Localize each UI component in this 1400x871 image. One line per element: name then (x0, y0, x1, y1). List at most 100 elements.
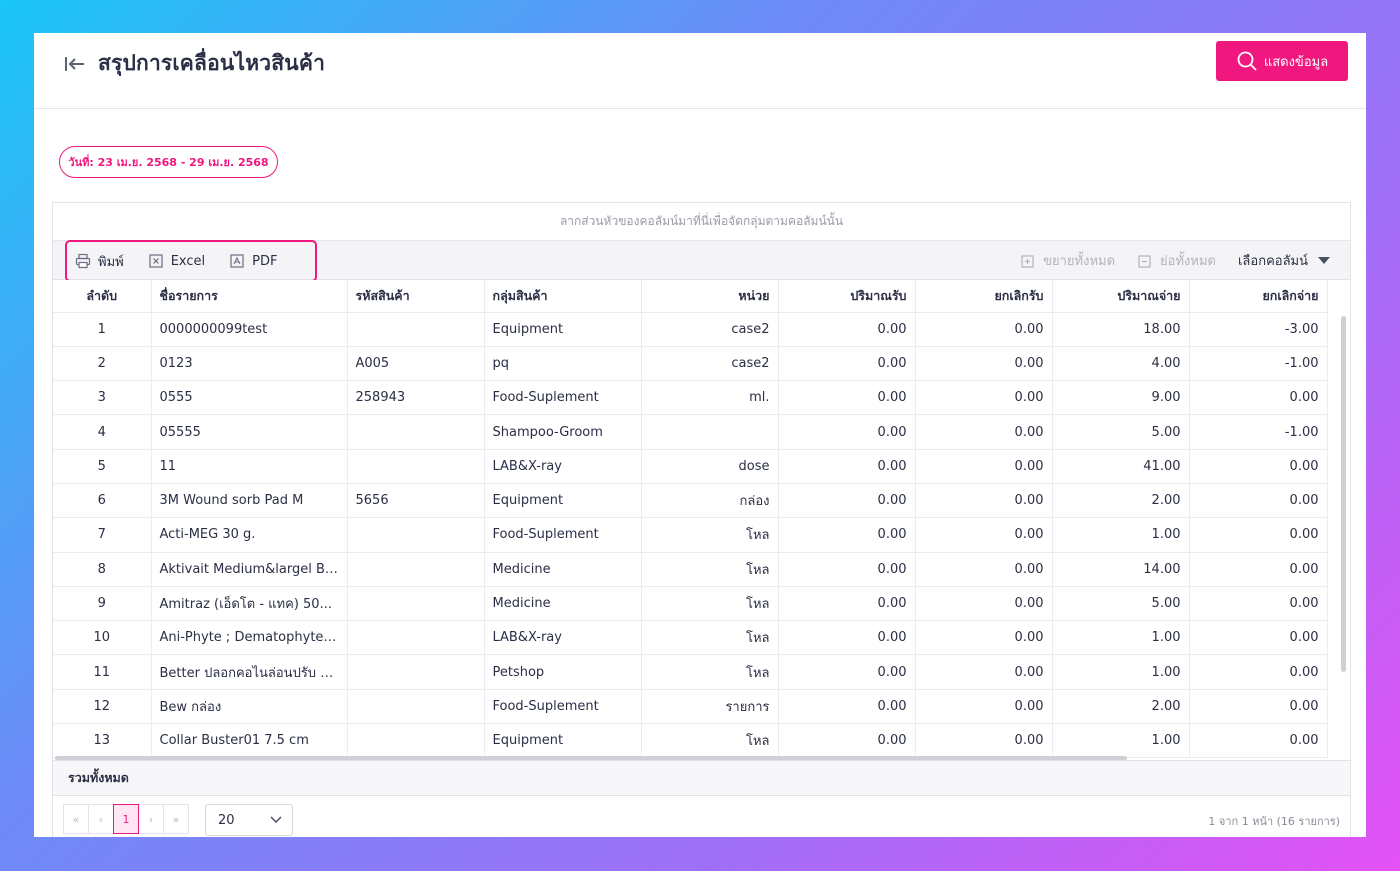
column-header-row-index[interactable]: ลำดับ (53, 280, 152, 313)
excel-label: Excel (170, 253, 206, 269)
table-body: 1 0000000099test Equipment case2 0.00 0.00 18.… (53, 312, 1328, 759)
date-range-chip[interactable]: วันที่: 23 เม.ย. 2568 - 29 เม.ย. 2568 (59, 146, 278, 178)
cell-row-index: 5 (53, 449, 152, 484)
cell-item-name: Bew กล่อง (151, 689, 348, 725)
cell-cancel-issued: 0.00 (1189, 449, 1328, 484)
cell-cancel-received: 0.00 (915, 449, 1053, 484)
table-row[interactable]: 4 05555 Shampoo-Groom 0.00 0.00 5.00 -1.00 (53, 414, 1328, 450)
cell-qty-issued: 1.00 (1052, 517, 1190, 553)
table-row[interactable]: 6 3M Wound sorb Pad M 5656 Equipment กล่อง 0.… (53, 483, 1328, 519)
cell-product-code (347, 449, 485, 484)
print-label: พิมพ์ (98, 254, 124, 270)
column-header-unit[interactable]: หน่วย (641, 280, 779, 313)
vertical-scrollbar[interactable] (1341, 316, 1346, 672)
show-data-button[interactable]: แสดงข้อมูล (1216, 41, 1348, 81)
cell-qty-issued: 1.00 (1052, 723, 1190, 759)
cell-cancel-issued: 0.00 (1189, 689, 1328, 725)
table-row[interactable]: 3 0555 258943 Food-Suplement ml. 0.00 0.00 9.00… (53, 380, 1328, 416)
cell-qty-issued: 9.00 (1052, 380, 1190, 416)
cell-cancel-issued: 0.00 (1189, 517, 1328, 553)
column-chooser-dropdown[interactable]: เลือกคอลัมน์ (1238, 250, 1330, 271)
cell-product-group: Food-Suplement (484, 517, 642, 553)
cell-cancel-received: 0.00 (915, 723, 1053, 759)
top-bar: สรุปการเคลื่อนไหวสินค้า แสดงข้อมูล (34, 33, 1366, 109)
cell-unit: ml. (641, 380, 779, 416)
cell-product-code (347, 414, 485, 450)
cell-product-group: Shampoo-Groom (484, 414, 642, 450)
column-header-qty-issued[interactable]: ปริมาณจ่าย (1052, 280, 1190, 313)
cell-product-group: Medicine (484, 586, 642, 622)
cell-cancel-issued: -1.00 (1189, 414, 1328, 450)
cell-product-group: Equipment (484, 483, 642, 519)
cell-item-name: Amitraz (เอ็ดโต - แทค) 50... (151, 586, 348, 622)
cell-qty-received: 0.00 (778, 723, 916, 759)
column-header-cancel-issued[interactable]: ยกเลิกจ่าย (1189, 280, 1328, 313)
table-row[interactable]: 11 Better ปลอกคอไนล่อนปรับ 1... Petshop โหล… (53, 654, 1328, 690)
table-row[interactable]: 9 Amitraz (เอ็ดโต - แทค) 50... Medicine โหล… (53, 586, 1328, 622)
cell-qty-received: 0.00 (778, 654, 916, 690)
cell-qty-issued: 5.00 (1052, 414, 1190, 450)
table-row[interactable]: 12 Bew กล่อง Food-Suplement รายการ 0.00 0.00 2… (53, 689, 1328, 725)
column-header-cancel-received[interactable]: ยกเลิกรับ (915, 280, 1053, 313)
last-page-button[interactable]: » (163, 804, 189, 834)
page-title: สรุปการเคลื่อนไหวสินค้า (98, 51, 326, 75)
first-page-button[interactable]: « (63, 804, 89, 834)
show-data-label: แสดงข้อมูล (1263, 54, 1329, 70)
cell-qty-issued: 2.00 (1052, 483, 1190, 519)
export-group: พิมพ์ Excel PDF (65, 240, 317, 282)
cell-qty-received: 0.00 (778, 380, 916, 416)
cell-qty-received: 0.00 (778, 414, 916, 450)
cell-qty-received: 0.00 (778, 620, 916, 656)
cell-cancel-received: 0.00 (915, 552, 1053, 587)
cell-qty-issued: 41.00 (1052, 449, 1190, 484)
cell-unit: โหล (641, 654, 779, 690)
column-header-product-code[interactable]: รหัสสินค้า (347, 280, 485, 313)
cell-cancel-issued: -3.00 (1189, 312, 1328, 347)
cell-unit (641, 414, 779, 450)
cell-cancel-received: 0.00 (915, 517, 1053, 553)
data-grid: ลากส่วนหัวของคอลัมน์มาที่นี่เพื่อจัดกลุ่… (52, 202, 1351, 837)
table-row[interactable]: 8 Aktivait Medium&largel Br... Medicine โหล… (53, 552, 1328, 587)
column-header-item-name[interactable]: ชื่อรายการ (151, 280, 348, 313)
cell-row-index: 1 (53, 312, 152, 347)
prev-page-button[interactable]: ‹ (88, 804, 114, 834)
pdf-button[interactable]: PDF (229, 253, 277, 269)
table-row[interactable]: 13 Collar Buster01 7.5 cm Equipment โหล 0.00… (53, 723, 1328, 759)
page-size-select[interactable]: 20 (205, 804, 293, 836)
next-page-button[interactable]: › (138, 804, 164, 834)
excel-button[interactable]: Excel (148, 253, 205, 269)
cell-qty-received: 0.00 (778, 449, 916, 484)
cell-product-group: pq (484, 346, 642, 382)
column-header-qty-received[interactable]: ปริมาณรับ (778, 280, 916, 313)
table-viewport: ลำดับ ชื่อรายการ รหัสสินค้า กลุ่มสินค้า หน่ว… (53, 280, 1350, 760)
cell-qty-received: 0.00 (778, 312, 916, 347)
cell-cancel-received: 0.00 (915, 346, 1053, 382)
cell-product-group: LAB&X-ray (484, 449, 642, 484)
pagination-nav: « ‹ 1 › » (63, 804, 189, 834)
table-row[interactable]: 5 11 LAB&X-ray dose 0.00 0.00 41.00 0.00 (53, 449, 1328, 484)
expand-all-button[interactable]: ขยายทั้งหมด (1020, 250, 1115, 271)
page-size-value: 20 (218, 812, 235, 828)
table-row[interactable]: 7 Acti-MEG 30 g. Food-Suplement โหล 0.00 0.00… (53, 517, 1328, 553)
table-row[interactable]: 10 Ani-Phyte ; Dematophyte ... LAB&X-ray โห… (53, 620, 1328, 656)
cell-cancel-received: 0.00 (915, 414, 1053, 450)
summary-row: รวมทั้งหมด (53, 760, 1350, 796)
collapse-back-icon[interactable] (62, 51, 88, 77)
printer-icon (75, 253, 91, 269)
cell-row-index: 4 (53, 414, 152, 450)
table-row[interactable]: 2 0123 A005 pq case2 0.00 0.00 4.00 -1.00 (53, 346, 1328, 382)
print-button[interactable]: พิมพ์ (75, 251, 124, 272)
collapse-all-button[interactable]: ย่อทั้งหมด (1137, 250, 1216, 271)
column-header-product-group[interactable]: กลุ่มสินค้า (484, 280, 642, 313)
page-1-button[interactable]: 1 (113, 804, 139, 834)
cell-qty-received: 0.00 (778, 483, 916, 519)
horizontal-scrollbar[interactable] (55, 756, 1127, 760)
group-panel[interactable]: ลากส่วนหัวของคอลัมน์มาที่นี่เพื่อจัดกลุ่… (53, 203, 1350, 241)
cell-cancel-issued: 0.00 (1189, 586, 1328, 622)
cell-row-index: 10 (53, 620, 152, 656)
cell-qty-received: 0.00 (778, 346, 916, 382)
cell-item-name: 05555 (151, 414, 348, 450)
table-row[interactable]: 1 0000000099test Equipment case2 0.00 0.00 18.… (53, 312, 1328, 347)
cell-qty-issued: 14.00 (1052, 552, 1190, 587)
cell-item-name: 0000000099test (151, 312, 348, 347)
